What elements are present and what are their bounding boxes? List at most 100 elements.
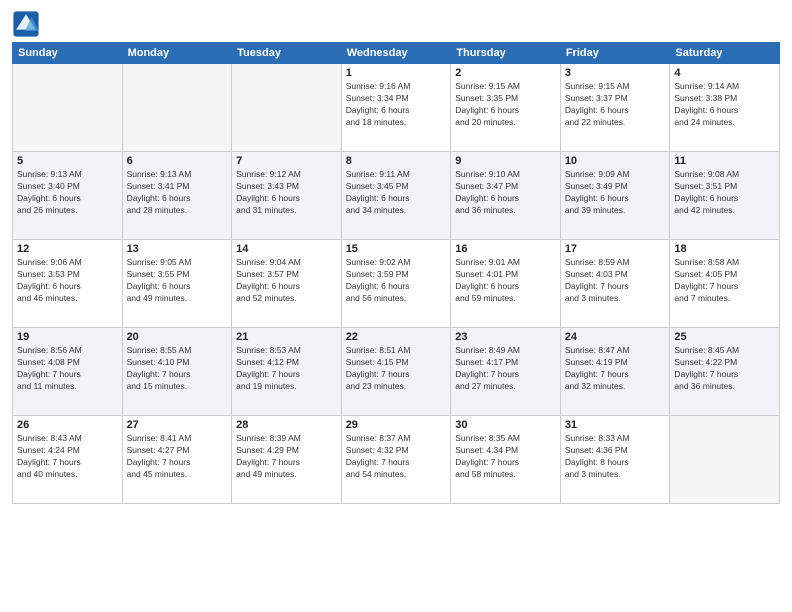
day-info: Sunrise: 9:08 AM Sunset: 3:51 PM Dayligh… [674, 169, 775, 217]
calendar-cell: 22Sunrise: 8:51 AM Sunset: 4:15 PM Dayli… [341, 328, 451, 416]
week-row-5: 26Sunrise: 8:43 AM Sunset: 4:24 PM Dayli… [13, 416, 780, 504]
day-info: Sunrise: 9:09 AM Sunset: 3:49 PM Dayligh… [565, 169, 666, 217]
calendar-cell: 26Sunrise: 8:43 AM Sunset: 4:24 PM Dayli… [13, 416, 123, 504]
day-info: Sunrise: 8:39 AM Sunset: 4:29 PM Dayligh… [236, 433, 337, 481]
calendar-cell: 8Sunrise: 9:11 AM Sunset: 3:45 PM Daylig… [341, 152, 451, 240]
day-number: 17 [565, 243, 666, 255]
calendar-cell: 16Sunrise: 9:01 AM Sunset: 4:01 PM Dayli… [451, 240, 561, 328]
day-number: 3 [565, 67, 666, 79]
day-info: Sunrise: 8:37 AM Sunset: 4:32 PM Dayligh… [346, 433, 447, 481]
day-number: 19 [17, 331, 118, 343]
day-info: Sunrise: 9:15 AM Sunset: 3:35 PM Dayligh… [455, 81, 556, 129]
day-info: Sunrise: 9:13 AM Sunset: 3:41 PM Dayligh… [127, 169, 228, 217]
day-number: 5 [17, 155, 118, 167]
day-info: Sunrise: 9:14 AM Sunset: 3:38 PM Dayligh… [674, 81, 775, 129]
calendar-cell: 14 Sunrise: 9:04 AM Sunset: 3:57 PM Dayli… [232, 240, 342, 328]
calendar-cell: 25Sunrise: 8:45 AM Sunset: 4:22 PM Dayli… [670, 328, 780, 416]
calendar-cell: 28Sunrise: 8:39 AM Sunset: 4:29 PM Dayli… [232, 416, 342, 504]
calendar-cell: 24Sunrise: 8:47 AM Sunset: 4:19 PM Dayli… [560, 328, 670, 416]
day-info: Sunrise: 9:04 AM Sunset: 3:57 PM Dayligh… [236, 257, 337, 305]
calendar-cell [13, 64, 123, 152]
weekday-header-saturday: Saturday [670, 43, 780, 64]
weekday-header-wednesday: Wednesday [341, 43, 451, 64]
logo-icon [12, 10, 40, 38]
calendar-cell: 5 Sunrise: 9:13 AM Sunset: 3:40 PM Daylig… [13, 152, 123, 240]
day-info: Sunrise: 9:05 AM Sunset: 3:55 PM Dayligh… [127, 257, 228, 305]
day-info: Sunrise: 9:13 AM Sunset: 3:40 PM Dayligh… [17, 169, 118, 217]
logo [12, 10, 42, 38]
calendar-cell: 20 Sunrise: 8:55 AM Sunset: 4:10 PM Dayli… [122, 328, 232, 416]
day-number: 10 [565, 155, 666, 167]
calendar-cell: 4 Sunrise: 9:14 AM Sunset: 3:38 PM Daylig… [670, 64, 780, 152]
weekday-header-sunday: Sunday [13, 43, 123, 64]
calendar-cell: 23Sunrise: 8:49 AM Sunset: 4:17 PM Dayli… [451, 328, 561, 416]
day-number: 13 [127, 243, 228, 255]
calendar-cell: 17 Sunrise: 8:59 AM Sunset: 4:03 PM Dayli… [560, 240, 670, 328]
calendar-table: SundayMondayTuesdayWednesdayThursdayFrid… [12, 42, 780, 504]
day-number: 21 [236, 331, 337, 343]
day-info: Sunrise: 9:01 AM Sunset: 4:01 PM Dayligh… [455, 257, 556, 305]
calendar-cell: 9Sunrise: 9:10 AM Sunset: 3:47 PM Daylig… [451, 152, 561, 240]
day-number: 6 [127, 155, 228, 167]
day-number: 30 [455, 419, 556, 431]
calendar-cell: 6 Sunrise: 9:13 AM Sunset: 3:41 PM Daylig… [122, 152, 232, 240]
day-info: Sunrise: 9:06 AM Sunset: 3:53 PM Dayligh… [17, 257, 118, 305]
week-row-1: 1 Sunrise: 9:16 AM Sunset: 3:34 PM Daylig… [13, 64, 780, 152]
day-info: Sunrise: 8:41 AM Sunset: 4:27 PM Dayligh… [127, 433, 228, 481]
header [12, 10, 780, 38]
day-info: Sunrise: 9:15 AM Sunset: 3:37 PM Dayligh… [565, 81, 666, 129]
day-info: Sunrise: 8:49 AM Sunset: 4:17 PM Dayligh… [455, 345, 556, 393]
calendar-cell: 3 Sunrise: 9:15 AM Sunset: 3:37 PM Daylig… [560, 64, 670, 152]
calendar-cell: 29 Sunrise: 8:37 AM Sunset: 4:32 PM Dayli… [341, 416, 451, 504]
calendar-cell: 2 Sunrise: 9:15 AM Sunset: 3:35 PM Daylig… [451, 64, 561, 152]
day-info: Sunrise: 8:56 AM Sunset: 4:08 PM Dayligh… [17, 345, 118, 393]
calendar-cell [670, 416, 780, 504]
calendar-cell: 18 Sunrise: 8:58 AM Sunset: 4:05 PM Dayli… [670, 240, 780, 328]
day-info: Sunrise: 8:33 AM Sunset: 4:36 PM Dayligh… [565, 433, 666, 481]
week-row-3: 12 Sunrise: 9:06 AM Sunset: 3:53 PM Dayli… [13, 240, 780, 328]
page: SundayMondayTuesdayWednesdayThursdayFrid… [0, 0, 792, 612]
day-number: 22 [346, 331, 447, 343]
day-number: 31 [565, 419, 666, 431]
calendar-cell [122, 64, 232, 152]
day-number: 26 [17, 419, 118, 431]
day-number: 1 [346, 67, 447, 79]
calendar-cell: 19 Sunrise: 8:56 AM Sunset: 4:08 PM Dayli… [13, 328, 123, 416]
calendar-cell: 27 Sunrise: 8:41 AM Sunset: 4:27 PM Dayli… [122, 416, 232, 504]
day-number: 15 [346, 243, 447, 255]
day-info: Sunrise: 9:02 AM Sunset: 3:59 PM Dayligh… [346, 257, 447, 305]
calendar-cell: 30 Sunrise: 8:35 AM Sunset: 4:34 PM Dayli… [451, 416, 561, 504]
day-info: Sunrise: 8:55 AM Sunset: 4:10 PM Dayligh… [127, 345, 228, 393]
calendar-cell: 7 Sunrise: 9:12 AM Sunset: 3:43 PM Daylig… [232, 152, 342, 240]
day-number: 12 [17, 243, 118, 255]
day-number: 2 [455, 67, 556, 79]
calendar-cell: 13 Sunrise: 9:05 AM Sunset: 3:55 PM Dayli… [122, 240, 232, 328]
day-info: Sunrise: 9:16 AM Sunset: 3:34 PM Dayligh… [346, 81, 447, 129]
day-number: 18 [674, 243, 775, 255]
calendar-cell: 10 Sunrise: 9:09 AM Sunset: 3:49 PM Dayli… [560, 152, 670, 240]
day-number: 24 [565, 331, 666, 343]
day-info: Sunrise: 9:12 AM Sunset: 3:43 PM Dayligh… [236, 169, 337, 217]
day-number: 4 [674, 67, 775, 79]
day-number: 14 [236, 243, 337, 255]
day-number: 29 [346, 419, 447, 431]
day-number: 11 [674, 155, 775, 167]
week-row-4: 19 Sunrise: 8:56 AM Sunset: 4:08 PM Dayli… [13, 328, 780, 416]
day-info: Sunrise: 8:58 AM Sunset: 4:05 PM Dayligh… [674, 257, 775, 305]
day-info: Sunrise: 9:11 AM Sunset: 3:45 PM Dayligh… [346, 169, 447, 217]
day-info: Sunrise: 8:35 AM Sunset: 4:34 PM Dayligh… [455, 433, 556, 481]
weekday-header-tuesday: Tuesday [232, 43, 342, 64]
calendar-cell: 15 Sunrise: 9:02 AM Sunset: 3:59 PM Dayli… [341, 240, 451, 328]
day-number: 27 [127, 419, 228, 431]
calendar-cell: 21 Sunrise: 8:53 AM Sunset: 4:12 PM Dayli… [232, 328, 342, 416]
calendar-cell: 1 Sunrise: 9:16 AM Sunset: 3:34 PM Daylig… [341, 64, 451, 152]
day-number: 20 [127, 331, 228, 343]
calendar-cell: 12 Sunrise: 9:06 AM Sunset: 3:53 PM Dayli… [13, 240, 123, 328]
day-number: 7 [236, 155, 337, 167]
weekday-header-monday: Monday [122, 43, 232, 64]
weekday-header-row: SundayMondayTuesdayWednesdayThursdayFrid… [13, 43, 780, 64]
day-info: Sunrise: 8:53 AM Sunset: 4:12 PM Dayligh… [236, 345, 337, 393]
day-info: Sunrise: 8:59 AM Sunset: 4:03 PM Dayligh… [565, 257, 666, 305]
day-info: Sunrise: 8:45 AM Sunset: 4:22 PM Dayligh… [674, 345, 775, 393]
weekday-header-friday: Friday [560, 43, 670, 64]
